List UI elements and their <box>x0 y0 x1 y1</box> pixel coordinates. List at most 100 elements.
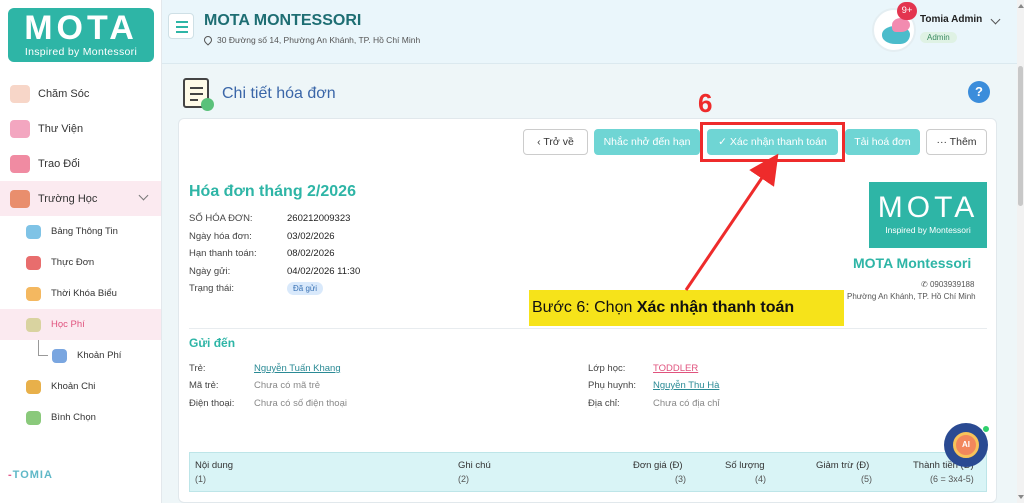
megaphone-icon <box>26 224 41 239</box>
sidebar-item-label: Thời Khóa Biểu <box>51 288 117 299</box>
sent-date-label: Ngày gửi: <box>189 266 231 277</box>
sent-date-value: 04/02/2026 11:30 <box>287 266 361 277</box>
tree-connector <box>38 340 48 356</box>
column-header-sub: (4) <box>755 474 766 484</box>
sidebar-item-trao-doi[interactable]: Trao Đổi <box>0 146 161 181</box>
due-date-value: 08/02/2026 <box>287 248 335 259</box>
scroll-up-icon[interactable] <box>1018 4 1024 8</box>
sidebar-item-truong-hoc[interactable]: Trường Học <box>0 181 161 216</box>
callout-bold: Xác nhận thanh toán <box>636 299 795 316</box>
expense-icon <box>26 379 41 394</box>
sidebar-item-label: Học Phí <box>51 319 85 330</box>
back-button[interactable]: ‹ Trở về <box>523 129 588 155</box>
sidebar-item-cham-soc[interactable]: Chăm Sóc <box>0 76 161 111</box>
sidebar-item-label: Trao Đổi <box>38 157 80 170</box>
sidebar-item-khoan-phi[interactable]: Khoản Phí <box>0 340 161 371</box>
brand-phone-text: 0903939188 <box>929 280 975 289</box>
mota-logo[interactable]: MOTA Inspired by Montessori <box>8 8 154 62</box>
baby-care-icon <box>10 84 30 103</box>
sidebar: MOTA Inspired by Montessori Chăm Sóc Thư… <box>0 0 162 503</box>
invoice-clipboard-icon <box>183 78 214 111</box>
sidebar-item-khoan-chi[interactable]: Khoản Chi <box>0 371 161 402</box>
sidebar-item-label: Khoản Chi <box>51 381 96 392</box>
more-button[interactable]: ··· Thêm <box>926 129 987 155</box>
brand-name: MOTA Montessori <box>853 255 972 271</box>
school-name: MOTA MONTESSORI <box>204 12 362 29</box>
logo-text: MOTA <box>24 9 138 47</box>
user-role-badge: Admin <box>920 32 957 43</box>
sidebar-item-label: Thư Viện <box>38 122 84 135</box>
send-to-title: Gửi đến <box>189 336 236 350</box>
sidebar-item-binh-chon[interactable]: Bình Chọn <box>0 402 161 433</box>
address-label: Địa chỉ: <box>588 398 620 409</box>
column-header: Nội dung <box>195 460 234 471</box>
chat-bubble-icon <box>10 154 30 173</box>
logo-tagline: Inspired by Montessori <box>885 225 971 235</box>
status-badge: Đã gửi <box>287 282 324 295</box>
class-link[interactable]: TODDLER <box>653 363 698 374</box>
parent-link[interactable]: Nguyễn Thu Hà <box>653 380 719 391</box>
sidebar-item-label: Bảng Thông Tin <box>51 226 118 237</box>
class-label: Lớp học: <box>588 363 626 374</box>
sidebar-item-label: Trường Học <box>38 192 98 205</box>
phone-label: Điện thoại: <box>189 398 235 409</box>
child-link[interactable]: Nguyễn Tuấn Khang <box>254 363 341 374</box>
location-pin-icon <box>202 34 214 46</box>
sidebar-item-hoc-phi[interactable]: Học Phí <box>0 309 161 340</box>
step-callout: Bước 6: Chọn Xác nhận thanh toán <box>529 290 844 326</box>
column-header: Giảm trừ (Đ) <box>816 460 870 471</box>
menu-card-icon <box>26 255 41 270</box>
column-header-sub: (1) <box>195 474 206 484</box>
column-header-sub: (5) <box>861 474 872 484</box>
sidebar-item-label: Bình Chọn <box>51 412 96 423</box>
column-header-sub: (3) <box>675 474 686 484</box>
notification-badge[interactable]: 9+ <box>897 2 917 20</box>
column-header: Số lượng <box>725 460 765 471</box>
ai-icon: AI <box>953 432 979 458</box>
sidebar-item-thu-vien[interactable]: Thư Viện <box>0 111 161 146</box>
chevron-down-icon <box>138 190 149 201</box>
due-date-label: Hạn thanh toán: <box>189 248 257 259</box>
online-status-dot <box>982 425 990 433</box>
child-code-label: Mã trẻ: <box>189 380 219 391</box>
user-name[interactable]: Tomia Admin <box>920 14 982 25</box>
phone-icon: ✆ <box>921 280 930 289</box>
scroll-down-icon[interactable] <box>1018 495 1024 499</box>
column-header: Đơn giá (Đ) <box>633 460 683 471</box>
sidebar-item-label: Khoản Phí <box>77 350 122 361</box>
poll-icon <box>26 410 41 425</box>
sidebar-item-label: Chăm Sóc <box>38 87 90 100</box>
hamburger-menu-icon[interactable] <box>168 13 194 39</box>
step-number: 6 <box>698 88 713 118</box>
sidebar-item-thoi-khoa-bieu[interactable]: Thời Khóa Biểu <box>0 278 161 309</box>
page-title: Chi tiết hóa đơn <box>222 85 336 102</box>
chevron-down-icon[interactable] <box>990 14 1001 25</box>
page-scrollbar[interactable] <box>1017 0 1024 503</box>
invoice-date-value: 03/02/2026 <box>287 231 335 242</box>
divider <box>189 328 987 329</box>
remind-due-button[interactable]: Nhắc nhở đến hạn <box>594 129 700 155</box>
school-address-text: 30 Đường số 14, Phường An Khánh, TP. Hồ … <box>217 35 421 45</box>
brand-address: Phường An Khánh, TP. Hồ Chí Minh <box>847 292 976 301</box>
invoice-number-value: 260212009323 <box>287 213 351 224</box>
invoice-date-label: Ngày hóa đơn: <box>189 231 252 242</box>
tuition-document-icon <box>26 317 41 332</box>
sidebar-item-label: Thực Đơn <box>51 257 95 268</box>
scroll-thumb[interactable] <box>1018 66 1023 206</box>
invoice-title: Hóa đơn tháng 2/2026 <box>189 183 356 200</box>
sidebar-item-bang-thong-tin[interactable]: Bảng Thông Tin <box>0 216 161 247</box>
brand-phone: ✆ 0903939188 <box>921 280 974 289</box>
download-invoice-button[interactable]: Tải hoá đơn <box>845 129 920 155</box>
invoice-number-label: SỐ HÓA ĐƠN: <box>189 213 253 224</box>
album-icon <box>10 119 30 138</box>
highlight-box <box>700 122 845 162</box>
tomia-brand: -TOMIA <box>8 469 53 481</box>
help-icon[interactable]: ? <box>968 81 990 103</box>
sidebar-nav: Chăm Sóc Thư Viện Trao Đổi Trường Học Bả… <box>0 76 161 433</box>
child-label: Trẻ: <box>189 363 206 374</box>
sidebar-item-thuc-don[interactable]: Thực Đơn <box>0 247 161 278</box>
address-value: Chưa có địa chỉ <box>653 398 720 409</box>
child-code-value: Chưa có mã trẻ <box>254 380 321 391</box>
fee-book-icon <box>52 348 67 363</box>
school-building-icon <box>10 189 30 208</box>
